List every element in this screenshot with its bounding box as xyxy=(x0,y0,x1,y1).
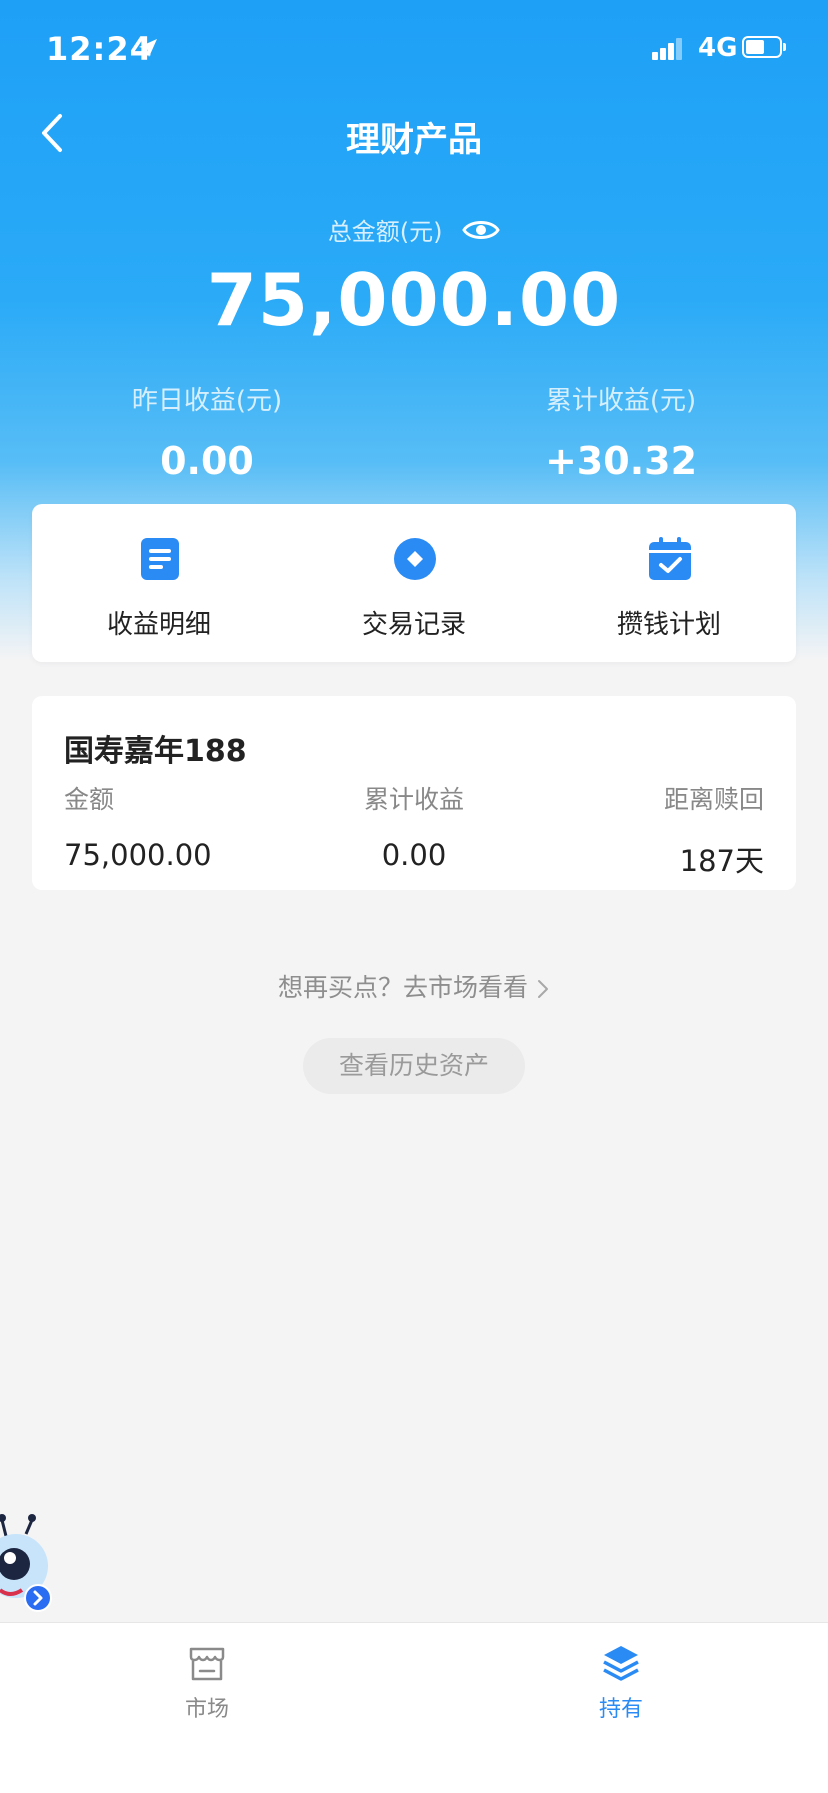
layers-icon xyxy=(603,1646,639,1681)
tab-market-label: 市场 xyxy=(184,1697,229,1722)
product-amount-label: 金额 xyxy=(64,785,115,814)
market-link[interactable]: 想再买点？去市场看看 xyxy=(0,968,828,1004)
signal-icon xyxy=(652,36,682,60)
bottom-tab-bar: 市场 持有 xyxy=(0,1622,828,1793)
total-amount-label-row: 总金额(元) xyxy=(0,212,828,247)
tab-holdings[interactable]: 持有 xyxy=(551,1643,691,1723)
store-icon xyxy=(189,1647,225,1681)
coin-icon xyxy=(394,538,436,580)
cumulative-earnings-label: 累计收益(元) xyxy=(545,386,697,416)
tab-holdings-label: 持有 xyxy=(598,1697,643,1722)
product-name: 国寿嘉年188 xyxy=(64,734,247,769)
product-redeem-label: 距离赎回 xyxy=(663,785,764,814)
history-assets-button[interactable]: 查看历史资产 xyxy=(303,1038,525,1094)
document-icon xyxy=(141,538,179,580)
total-amount-label: 总金额(元) xyxy=(327,218,443,246)
product-card[interactable]: 国寿嘉年188 金额 75,000.00 累计收益 0.00 距离赎回 187天 xyxy=(32,696,796,890)
product-earnings-label: 累计收益 xyxy=(363,785,464,814)
product-redeem-value: 187天 xyxy=(679,844,764,878)
transaction-records-label: 交易记录 xyxy=(361,610,466,640)
product-amount: 金额 75,000.00 xyxy=(64,780,304,872)
battery-icon xyxy=(742,36,788,60)
product-amount-value: 75,000.00 xyxy=(64,838,212,872)
location-arrow-icon xyxy=(139,39,157,57)
quick-actions-card: 收益明细 交易记录 攒钱计划 xyxy=(32,504,796,662)
mascot-assistant-icon[interactable] xyxy=(0,1506,56,1616)
transaction-records-button[interactable]: 交易记录 xyxy=(287,504,541,662)
tab-market[interactable]: 市场 xyxy=(137,1643,277,1723)
product-earnings-value: 0.00 xyxy=(381,838,447,872)
product-earnings: 累计收益 0.00 xyxy=(294,780,534,872)
savings-plan-button[interactable]: 攒钱计划 xyxy=(542,504,796,662)
network-type: 4G xyxy=(698,33,738,63)
cumulative-earnings: 累计收益(元) +30.32 xyxy=(414,380,828,483)
status-bar: 12:24 4G xyxy=(0,0,828,100)
yesterday-earnings-value: 0.00 xyxy=(160,439,254,483)
product-redeem: 距离赎回 187天 xyxy=(524,780,764,880)
earnings-detail-label: 收益明细 xyxy=(106,610,211,640)
page-title: 理财产品 xyxy=(346,120,482,160)
cumulative-earnings-value: +30.32 xyxy=(544,439,698,483)
chevron-right-icon xyxy=(538,980,548,998)
market-link-text: 想再买点？去市场看看 xyxy=(277,973,528,1002)
calendar-check-icon xyxy=(649,537,691,580)
yesterday-earnings: 昨日收益(元) 0.00 xyxy=(0,380,414,483)
eye-icon[interactable] xyxy=(462,217,500,243)
yesterday-earnings-label: 昨日收益(元) xyxy=(131,386,283,416)
savings-plan-label: 攒钱计划 xyxy=(616,610,721,640)
total-amount-value: 75,000.00 xyxy=(206,258,622,342)
earnings-detail-button[interactable]: 收益明细 xyxy=(32,504,286,662)
